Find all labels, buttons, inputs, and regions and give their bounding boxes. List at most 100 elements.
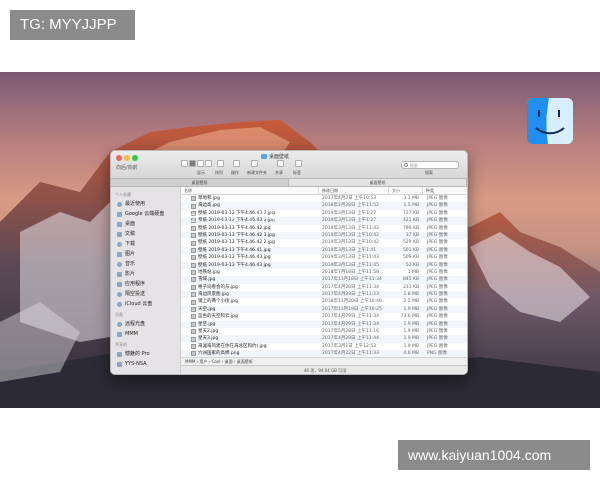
sidebar-item-mbp[interactable]: 憾魅的 Pro (111, 349, 180, 359)
sidebar-item-remote-disc[interactable]: 远程光盘 (111, 319, 180, 329)
toolbar-label-action: 操作 (231, 170, 239, 175)
file-date-cell: 2017年11月19日 上午10:25 (322, 306, 382, 312)
file-date-cell: 2019年3月13日 上午10:42 (322, 232, 379, 238)
new-folder-icon[interactable] (251, 160, 258, 167)
file-date-cell: 2017年4月29日 上午11:44 (322, 336, 379, 342)
tab-2[interactable]: 桌面壁纸 (289, 179, 467, 186)
table-row[interactable]: 壁纸 2019-03-13 下午4.46.43.jpg 2019年3月13日 上午… (181, 261, 467, 269)
airdrop-icon (117, 291, 122, 297)
file-kind-cell: JPEG 图像 (427, 218, 448, 224)
gear-icon[interactable] (233, 160, 240, 167)
file-date-cell: 2018年2月28日 上午11:52 (322, 203, 379, 209)
table-row[interactable]: 壁纸 2019-03-13 下午4.46.41.jpg 2019年3月13日 上午… (181, 246, 467, 255)
icon-view-button[interactable] (181, 160, 188, 167)
column-kind[interactable]: 种类 (423, 187, 467, 194)
finder-dock-icon[interactable] (527, 98, 573, 144)
gallery-view-button[interactable] (205, 160, 212, 167)
table-row[interactable]: 星天2.jpg 2017年5月28日 上午11:16 1.9 MB JPEG 图像 (181, 328, 467, 335)
table-row[interactable]: 蓝色的天空和云.jpg 2017年4月29日 上午11:34 73.6 MB JPEG… (181, 313, 467, 320)
view-mode-group (181, 160, 212, 167)
file-date-cell: 2017年4月29日 上午11:34 (322, 321, 379, 327)
sidebar-item-nas[interactable]: YYS-NSA (111, 359, 180, 369)
column-size[interactable]: 大小 (389, 187, 423, 194)
sidebar-item-google-drive[interactable]: Google 云端硬盘 (111, 209, 180, 219)
server-icon (117, 361, 122, 367)
file-kind-cell: JPEG 图像 (427, 343, 448, 349)
sidebar-item-applications[interactable]: 应用程序 (111, 279, 180, 289)
table-row[interactable]: 镜上的两个小街.jpg 2018年11月20日 上午10:46 2.5 MB JPEG… (181, 298, 467, 305)
file-kind-cell: JPEG 图像 (427, 247, 448, 253)
arrange-icon[interactable] (217, 160, 224, 167)
status-bar: 46 项，94.04 GB 可用 (181, 365, 467, 374)
toolbar-label-arrange: 排列 (215, 170, 223, 175)
file-date-cell: 2017年4月28日 上午11:34 (322, 284, 379, 290)
music-icon (117, 261, 122, 267)
image-file-icon (191, 240, 196, 246)
file-name-cell: 壁纸 2019-03-13 下午4.46.41.jpg (181, 247, 319, 254)
file-name-cell: 壁纸 2019-03-13 下午4.46.43.jpg (181, 262, 319, 269)
column-date[interactable]: 修改日期 (319, 187, 389, 194)
sidebar-item-recents[interactable]: 最近使用 (111, 199, 180, 209)
window-title: 桌面壁纸 (261, 153, 289, 160)
image-file-icon (191, 336, 196, 342)
image-file-icon (191, 314, 196, 320)
table-row[interactable]: 草地和.jpg 2017年4月2日 上午10:53 3.1 MB JPEG 图像 (181, 195, 467, 202)
sidebar-item-pictures[interactable]: 图片 (111, 249, 180, 259)
table-row[interactable]: 地铁站.jpg 2018年7月18日 上午11:58 1 MB JPEG 图像 (181, 269, 467, 276)
table-row[interactable]: 格子间看会的东.jpg 2017年4月28日 上午11:34 231 KB JPEG … (181, 284, 467, 291)
column-view-button[interactable] (197, 160, 204, 167)
file-kind-cell: JPEG 图像 (427, 232, 448, 238)
file-kind-cell: JPEG 图像 (427, 321, 448, 327)
sidebar-section-shared: 共享的 (115, 342, 127, 347)
apps-icon (117, 281, 122, 287)
nav-back-label[interactable]: 向后/向前 (116, 164, 138, 171)
toolbar-label-search: 搜索 (425, 170, 433, 175)
file-date-cell: 2019年3月13日 上午11:43 (322, 255, 379, 261)
sidebar-item-music[interactable]: 音乐 (111, 259, 180, 269)
file-size-cell: 1.9 MB (403, 329, 419, 335)
close-button[interactable] (116, 155, 122, 161)
search-icon (404, 163, 408, 167)
toolbar-label-share: 共享 (275, 170, 283, 175)
table-row[interactable]: 壁纸 2019-03-13 下午4.46.42 3.jpg 2019年3月13日 … (181, 231, 467, 240)
file-name-cell: 草地和.jpg (181, 195, 319, 202)
sidebar-item-mmm[interactable]: MMM (111, 329, 180, 339)
file-name-cell: 壁纸 2019-03-13 下午4.46.42.jpg (181, 225, 319, 232)
image-file-icon (191, 292, 196, 298)
table-row[interactable]: 雪域.jpg 2017年11月18日 上午11:34 845 KB JPEG 图像 (181, 276, 467, 284)
sidebar-item-documents[interactable]: 文稿 (111, 229, 180, 239)
column-name[interactable]: 名称 (181, 187, 319, 194)
image-file-icon (191, 284, 196, 290)
table-row[interactable]: 海滩海风建在你在海总区和约).jpg 2017年3月1日 上午12:53 1.9 M… (181, 343, 467, 350)
minimize-button[interactable] (124, 155, 130, 161)
image-file-icon (191, 321, 196, 327)
list-view-button[interactable] (189, 160, 196, 167)
sidebar-item-icloud[interactable]: iCloud 云盘 (111, 299, 180, 309)
film-icon (117, 271, 122, 277)
file-size-cell: 37 KB (405, 232, 419, 238)
table-row[interactable]: 天空.jpg 2017年11月19日 上午10:25 1.9 MB JPEG 图像 (181, 305, 467, 314)
table-row[interactable]: 海边风景图.jpg 2017年4月29日 上午11:23 1.8 MB JPEG 图像 (181, 291, 467, 299)
zoom-button[interactable] (132, 155, 138, 161)
table-row[interactable]: 壁纸 2019-03-13 下午4.46.42.jpg 2019年3月13日 上午… (181, 225, 467, 232)
path-bar: MMM › 用户 › Cool › 桌面 › 桌面壁纸 (181, 357, 467, 365)
tab-1[interactable]: 桌面壁纸 (111, 179, 289, 186)
table-row[interactable]: 星天3.jpg 2017年4月29日 上午11:44 1.9 MB JPEG 图像 (181, 335, 467, 343)
table-row[interactable]: 壁纸 2019-03-13 下午4.46.43.jpg 2019年3月13日 上午… (181, 254, 467, 261)
table-row[interactable]: 壁纸 2019-03-13 下午4.46.42 2.jpg 2019年3月13日 … (181, 239, 467, 246)
sidebar-item-desktop[interactable]: 桌面 (111, 219, 180, 229)
file-size-cell: 529 KB (402, 240, 419, 246)
sidebar-item-movies[interactable]: 影片 (111, 269, 180, 279)
image-file-icon (191, 299, 196, 305)
file-size-cell: 1.9 MB (403, 336, 419, 342)
image-file-icon (191, 196, 196, 202)
image-file-icon (191, 203, 196, 209)
sidebar-item-airdrop[interactable]: 隔空投送 (111, 289, 180, 299)
sidebar-item-downloads[interactable]: 下载 (111, 239, 180, 249)
table-row[interactable]: 星空.jpg 2017年4月29日 上午11:34 1.9 MB JPEG 图像 (181, 320, 467, 329)
table-row[interactable]: 海边高.jpg 2018年2月28日 上午11:52 1.5 MB JPEG 图像 (181, 202, 467, 210)
share-icon[interactable] (277, 160, 284, 167)
search-input[interactable]: 搜索 (401, 161, 459, 169)
tag-icon[interactable] (295, 160, 302, 167)
search-placeholder: 搜索 (410, 163, 418, 168)
